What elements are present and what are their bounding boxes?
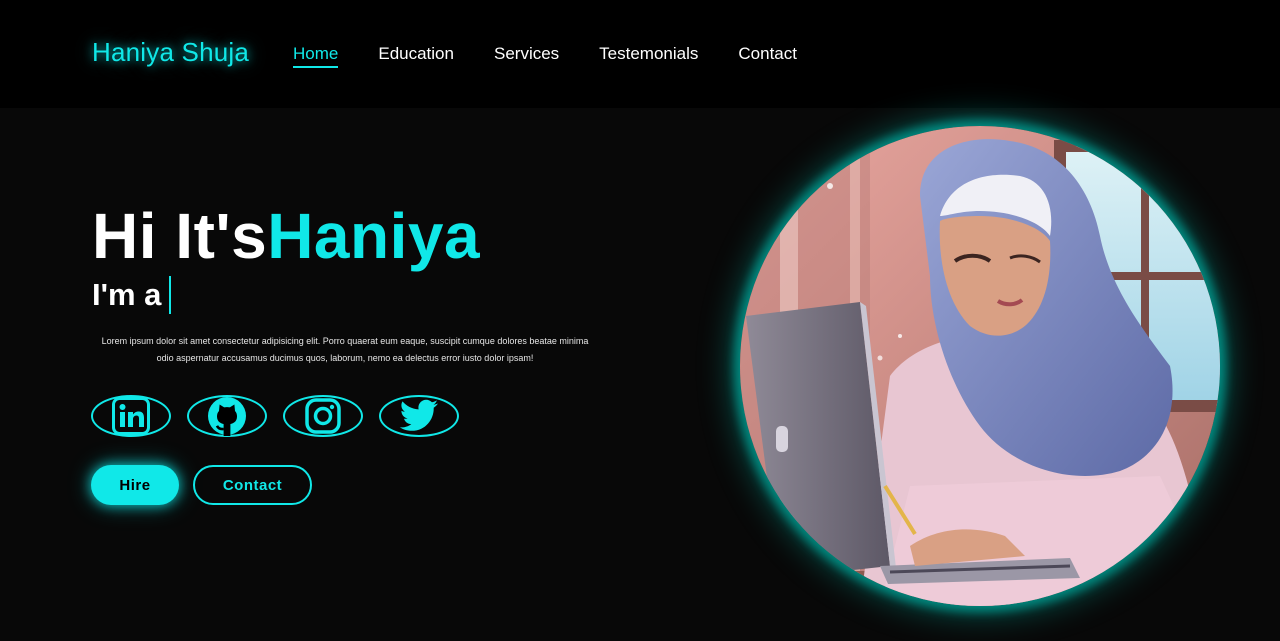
github-link[interactable] [187, 395, 267, 437]
hero-name: Haniya [267, 200, 481, 272]
header: Haniya Shuja Home Education Services Tes… [0, 0, 1280, 108]
linkedin-link[interactable] [91, 395, 171, 437]
nav-education[interactable]: Education [378, 44, 454, 68]
nav-services[interactable]: Services [494, 44, 559, 68]
instagram-icon [305, 398, 341, 434]
profile-image [740, 126, 1220, 606]
social-links [91, 395, 459, 437]
profile-illustration [740, 126, 1220, 606]
twitter-icon [399, 399, 438, 431]
role-prefix: I'm a [92, 277, 162, 312]
linkedin-icon [112, 397, 150, 435]
site-logo[interactable]: Haniya Shuja [92, 37, 249, 68]
twitter-link[interactable] [379, 395, 459, 437]
nav-testimonials[interactable]: Testemonials [599, 44, 698, 68]
typing-cursor [169, 276, 172, 314]
nav-home[interactable]: Home [293, 44, 339, 68]
github-icon [208, 397, 246, 436]
hero-description: Lorem ipsum dolor sit amet consectetur a… [101, 336, 589, 363]
hire-button[interactable]: Hire [91, 465, 179, 505]
hero-subtitle: I'm a [92, 276, 172, 314]
main-nav: Home Education Services Testemonials Con… [293, 44, 797, 68]
hero-greeting: Hi It's [92, 200, 268, 272]
hero-title: Hi It'sHaniya [92, 199, 480, 273]
nav-contact[interactable]: Contact [738, 44, 797, 68]
contact-button[interactable]: Contact [193, 465, 312, 505]
instagram-link[interactable] [283, 395, 363, 437]
